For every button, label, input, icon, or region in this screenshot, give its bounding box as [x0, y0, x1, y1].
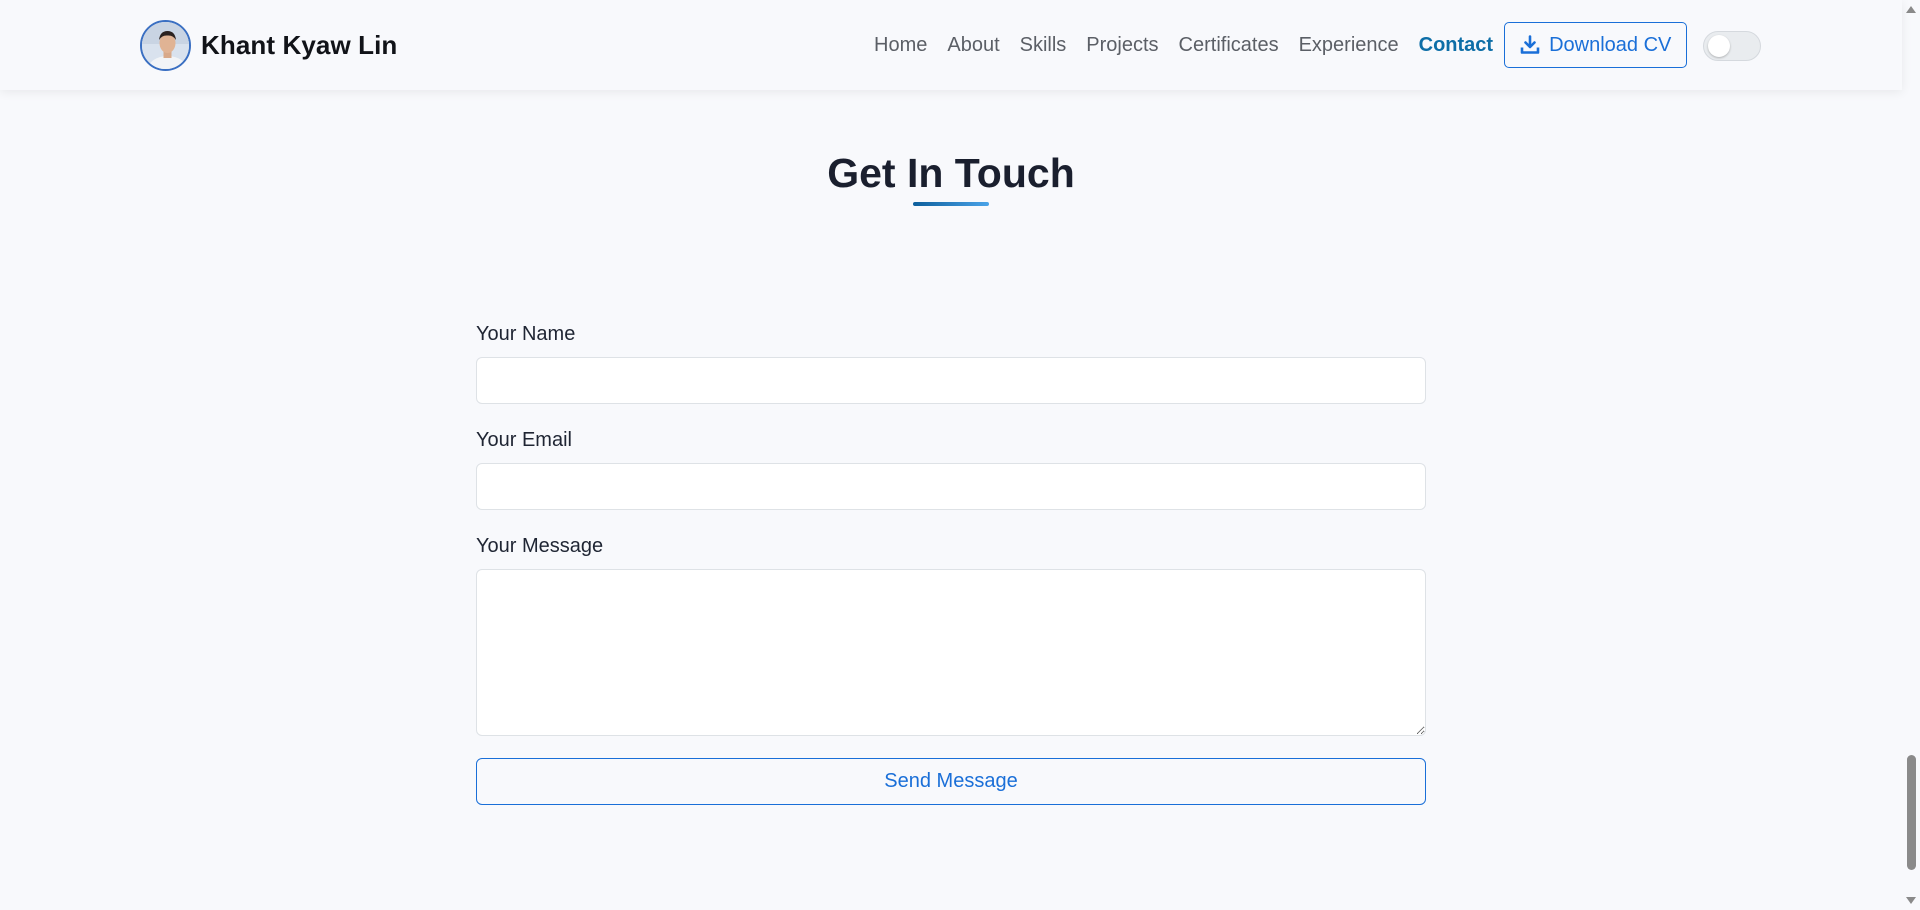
navbar: Khant Kyaw Lin Home About Skills Project… [0, 0, 1902, 90]
name-label: Your Name [476, 323, 576, 345]
nav-link-contact[interactable]: Contact [1419, 34, 1493, 57]
contact-form: Your Name Your Email Your Message [476, 320, 1426, 758]
message-textarea[interactable] [476, 569, 1426, 736]
nav-link-skills[interactable]: Skills [1020, 34, 1067, 57]
title-underline [913, 202, 989, 206]
nav-link-home[interactable]: Home [874, 34, 927, 57]
section-title: Get In Touch [827, 150, 1075, 196]
name-input[interactable] [476, 357, 1426, 404]
scroll-down-arrow-icon[interactable] [1906, 897, 1916, 904]
download-cv-button[interactable]: Download CV [1504, 22, 1688, 68]
brand[interactable]: Khant Kyaw Lin [140, 19, 397, 71]
email-input[interactable] [476, 463, 1426, 510]
avatar-photo-icon [142, 21, 189, 69]
brand-name: Khant Kyaw Lin [201, 29, 398, 60]
nav-link-about[interactable]: About [947, 34, 999, 57]
email-field-group: Your Email [476, 426, 1426, 510]
theme-toggle[interactable] [1703, 31, 1761, 61]
download-icon [1520, 35, 1540, 55]
scrollbar[interactable] [1902, 0, 1920, 910]
message-field-group: Your Message [476, 532, 1426, 736]
nav-links: Home About Skills Projects Certificates … [874, 22, 1688, 68]
nav-link-projects[interactable]: Projects [1086, 34, 1158, 57]
send-message-button[interactable]: Send Message [476, 758, 1426, 805]
theme-toggle-knob [1708, 35, 1730, 57]
nav-link-experience[interactable]: Experience [1299, 34, 1399, 57]
scroll-up-arrow-icon[interactable] [1906, 6, 1916, 13]
scrollbar-thumb[interactable] [1907, 755, 1916, 870]
avatar [140, 19, 191, 71]
name-field-group: Your Name [476, 320, 1426, 404]
nav-link-certificates[interactable]: Certificates [1179, 34, 1279, 57]
page: Khant Kyaw Lin Home About Skills Project… [0, 0, 1920, 910]
message-label: Your Message [476, 535, 604, 557]
download-cv-label: Download CV [1549, 33, 1672, 56]
email-label: Your Email [476, 429, 572, 451]
